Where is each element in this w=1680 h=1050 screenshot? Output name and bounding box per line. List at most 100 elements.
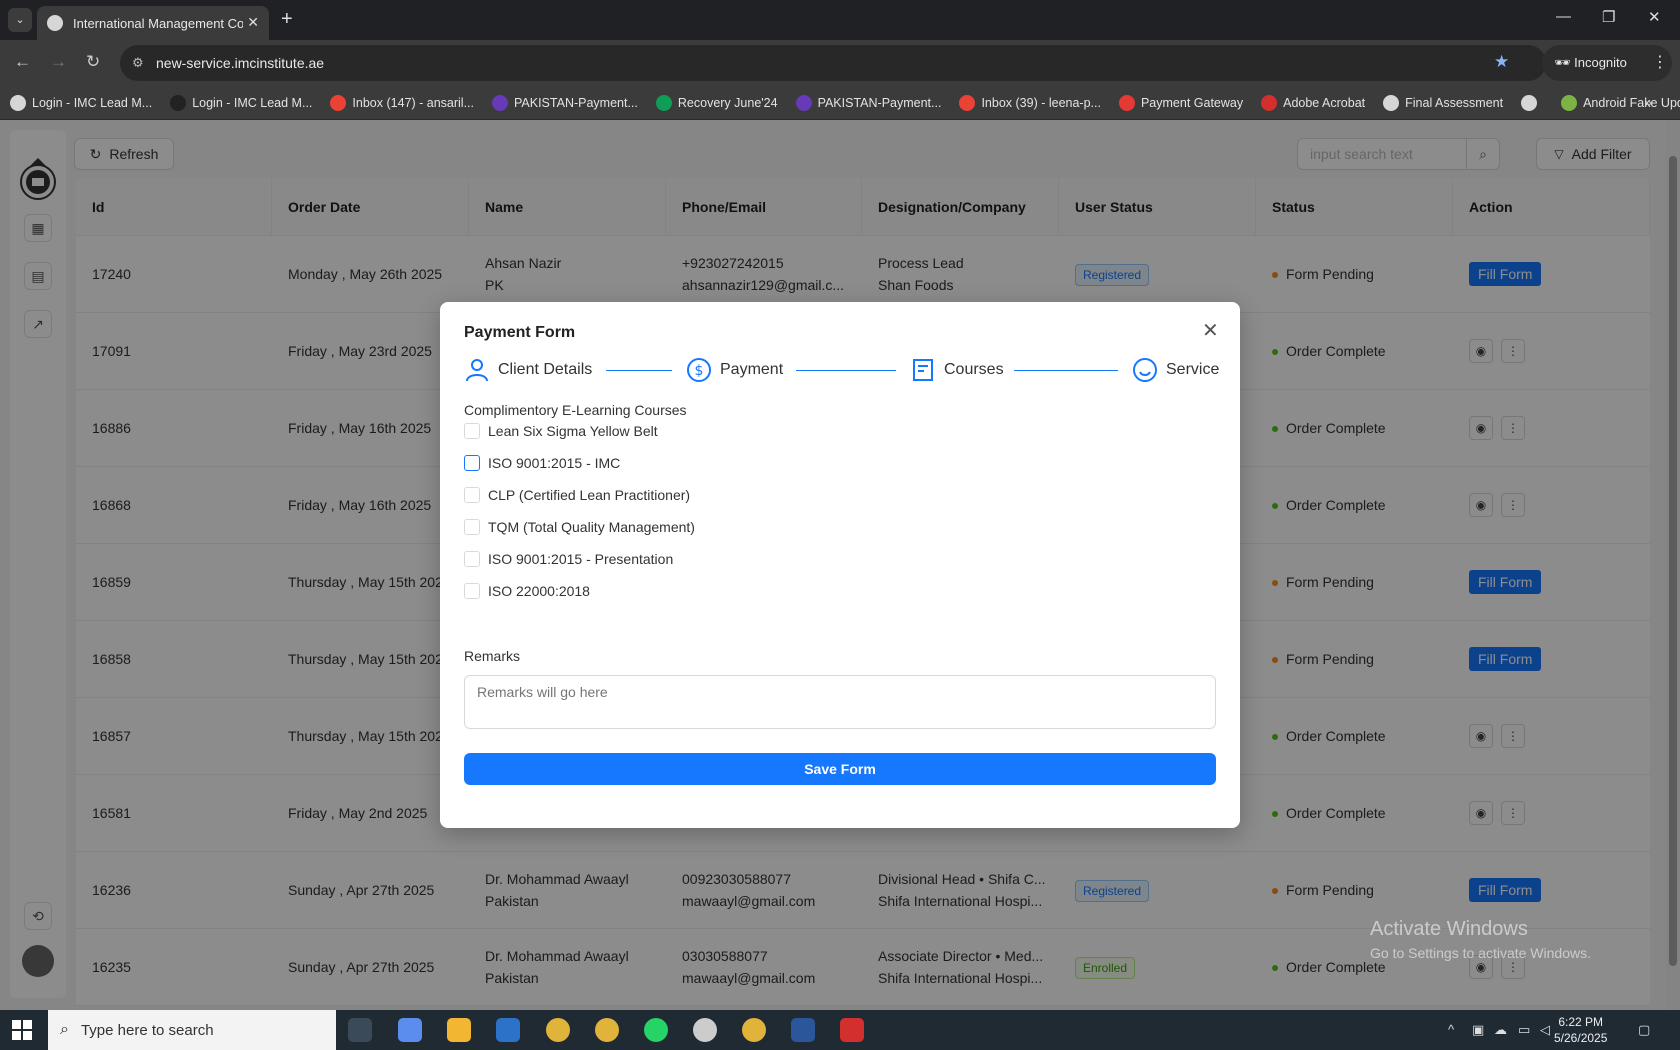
chrome-icon[interactable]: [742, 1018, 766, 1042]
acrobat-icon[interactable]: [840, 1018, 864, 1042]
window-close-icon[interactable]: ✕: [1648, 8, 1661, 26]
step-connector: [796, 370, 896, 371]
browser-menu-icon[interactable]: ⋮: [1652, 52, 1668, 72]
gmail-icon: [330, 94, 347, 111]
taskbar-search[interactable]: ⌕ Type here to search: [48, 1010, 336, 1050]
bookmark-label: PAKISTAN-Payment...: [817, 95, 942, 110]
gmail-icon: [959, 94, 976, 111]
url-text: new-service.imcinstitute.ae: [156, 55, 325, 71]
tray-app-icon[interactable]: ▣: [1472, 1022, 1484, 1038]
course-checkbox[interactable]: [464, 423, 480, 439]
course-checkbox-row[interactable]: ISO 22000:2018: [464, 583, 590, 599]
bookmark-item[interactable]: PAKISTAN-Payment...: [492, 94, 638, 111]
sheets-icon: [655, 94, 672, 111]
course-label: ISO 9001:2015 - IMC: [488, 455, 621, 471]
bookmark-item[interactable]: Payment Gateway: [1118, 94, 1243, 111]
copilot-icon[interactable]: [398, 1018, 422, 1042]
bookmark-item[interactable]: Adobe Acrobat: [1261, 94, 1366, 111]
clock-app-icon[interactable]: [693, 1018, 717, 1042]
forward-icon[interactable]: →: [50, 52, 67, 72]
browser-tab[interactable]: International Management Con ✕: [37, 6, 269, 40]
course-checkbox[interactable]: [464, 455, 480, 471]
bookmark-item[interactable]: Inbox (147) - ansaril...: [330, 94, 474, 111]
course-checkbox[interactable]: [464, 583, 480, 599]
step-connector: [1014, 370, 1118, 371]
restore-icon[interactable]: ❐: [1602, 8, 1615, 26]
task-view-icon[interactable]: [348, 1018, 372, 1042]
chrome-icon[interactable]: [595, 1018, 619, 1042]
app-icon[interactable]: [496, 1018, 520, 1042]
bookmark-star-icon[interactable]: ★: [1494, 52, 1509, 72]
back-icon[interactable]: ←: [14, 52, 31, 72]
incognito-label: Incognito: [1574, 55, 1627, 70]
onedrive-icon[interactable]: ☁: [1494, 1022, 1507, 1038]
watermark-title: Activate Windows: [1370, 918, 1528, 940]
word-icon[interactable]: [791, 1018, 815, 1042]
step-courses[interactable]: Courses: [910, 357, 1004, 383]
network-icon[interactable]: ▭: [1518, 1022, 1530, 1038]
windows-taskbar: ⌕ Type here to search ^ ▣ ☁ ▭ ◁ 6:22 PM …: [0, 1010, 1680, 1050]
remarks-label: Remarks: [464, 648, 521, 664]
notifications-icon[interactable]: ▢: [1638, 1022, 1650, 1038]
bookmark-label: Inbox (39) - leena-p...: [981, 95, 1101, 110]
tab-title: International Management Con: [73, 15, 243, 31]
certificate-icon: [913, 359, 933, 381]
windows-start-icon[interactable]: [12, 1020, 32, 1040]
course-label: CLP (Certified Lean Practitioner): [488, 487, 691, 503]
bookmark-item[interactable]: [1521, 94, 1543, 111]
bookmark-item[interactable]: PAKISTAN-Payment...: [795, 94, 942, 111]
step-connector: [606, 370, 672, 371]
bookmarks-overflow-icon[interactable]: »: [1644, 94, 1652, 110]
course-checkbox[interactable]: [464, 487, 480, 503]
course-checkbox-row[interactable]: TQM (Total Quality Management): [464, 519, 695, 535]
search-icon: ⌕: [60, 1021, 69, 1038]
tab-search-dropdown-icon[interactable]: ⌄: [8, 8, 32, 32]
step-payment[interactable]: $ Payment: [686, 357, 783, 383]
acrobat-icon: [1261, 94, 1278, 111]
address-bar-row: ← → ↻ ⚙ new-service.imcinstitute.ae ★ 🕶 …: [0, 40, 1680, 86]
browser-tab-bar: ⌄ International Management Con ✕ + — ❐ ✕: [0, 0, 1680, 40]
site-info-icon[interactable]: ⚙: [132, 45, 144, 81]
bookmark-label: Final Assessment: [1405, 95, 1504, 110]
smile-icon: [1133, 358, 1157, 382]
course-checkbox[interactable]: [464, 519, 480, 535]
step-service[interactable]: Service: [1132, 357, 1219, 383]
reload-icon[interactable]: ↻: [86, 52, 100, 72]
course-checkbox[interactable]: [464, 551, 480, 567]
url-field[interactable]: ⚙ new-service.imcinstitute.ae: [120, 45, 1546, 81]
incognito-icon: 🕶: [1554, 55, 1575, 70]
site-favicon-icon: [47, 15, 63, 31]
bookmark-item[interactable]: Recovery June'24: [655, 94, 778, 111]
tray-chevron-icon[interactable]: ^: [1448, 1022, 1454, 1037]
minimize-icon[interactable]: —: [1556, 8, 1571, 25]
bookmark-item[interactable]: Final Assessment: [1383, 94, 1504, 111]
remarks-textarea[interactable]: [464, 675, 1216, 729]
course-checkbox-row[interactable]: Lean Six Sigma Yellow Belt: [464, 423, 658, 439]
bookmark-item[interactable]: Android Fake Updat...: [1561, 94, 1680, 111]
bookmark-item[interactable]: Login - IMC Lead M...: [10, 94, 152, 111]
tab-close-icon[interactable]: ✕: [247, 14, 259, 31]
new-tab-icon[interactable]: +: [281, 8, 293, 31]
course-checkbox-row[interactable]: ISO 9001:2015 - IMC: [464, 455, 620, 471]
clock-date: 5/26/2025: [1554, 1031, 1608, 1045]
taskbar-clock[interactable]: 6:22 PM 5/26/2025: [1554, 1014, 1607, 1046]
clock-time: 6:22 PM: [1558, 1015, 1604, 1029]
chrome-icon[interactable]: [546, 1018, 570, 1042]
course-checkbox-row[interactable]: CLP (Certified Lean Practitioner): [464, 487, 690, 503]
step-client-details[interactable]: Client Details: [464, 357, 592, 383]
save-form-button[interactable]: Save Form: [464, 753, 1216, 785]
forms-icon: [492, 94, 508, 111]
volume-icon[interactable]: ◁: [1540, 1022, 1550, 1038]
course-checkbox-row[interactable]: ISO 9001:2015 - Presentation: [464, 551, 673, 567]
bookmark-item[interactable]: Inbox (39) - leena-p...: [959, 94, 1101, 111]
bookmark-item[interactable]: Login - IMC Lead M...: [170, 94, 312, 111]
globe-icon: [1521, 94, 1538, 111]
bookmark-label: Adobe Acrobat: [1283, 95, 1366, 110]
globe-icon: [170, 94, 187, 111]
activate-windows-watermark: Activate Windows Go to Settings to activ…: [1370, 918, 1591, 961]
whatsapp-icon[interactable]: [644, 1018, 668, 1042]
bookmark-label: Android Fake Updat...: [1583, 95, 1680, 110]
modal-close-icon[interactable]: ✕: [1202, 318, 1219, 343]
file-explorer-icon[interactable]: [447, 1018, 471, 1042]
course-label: ISO 22000:2018: [488, 583, 590, 599]
